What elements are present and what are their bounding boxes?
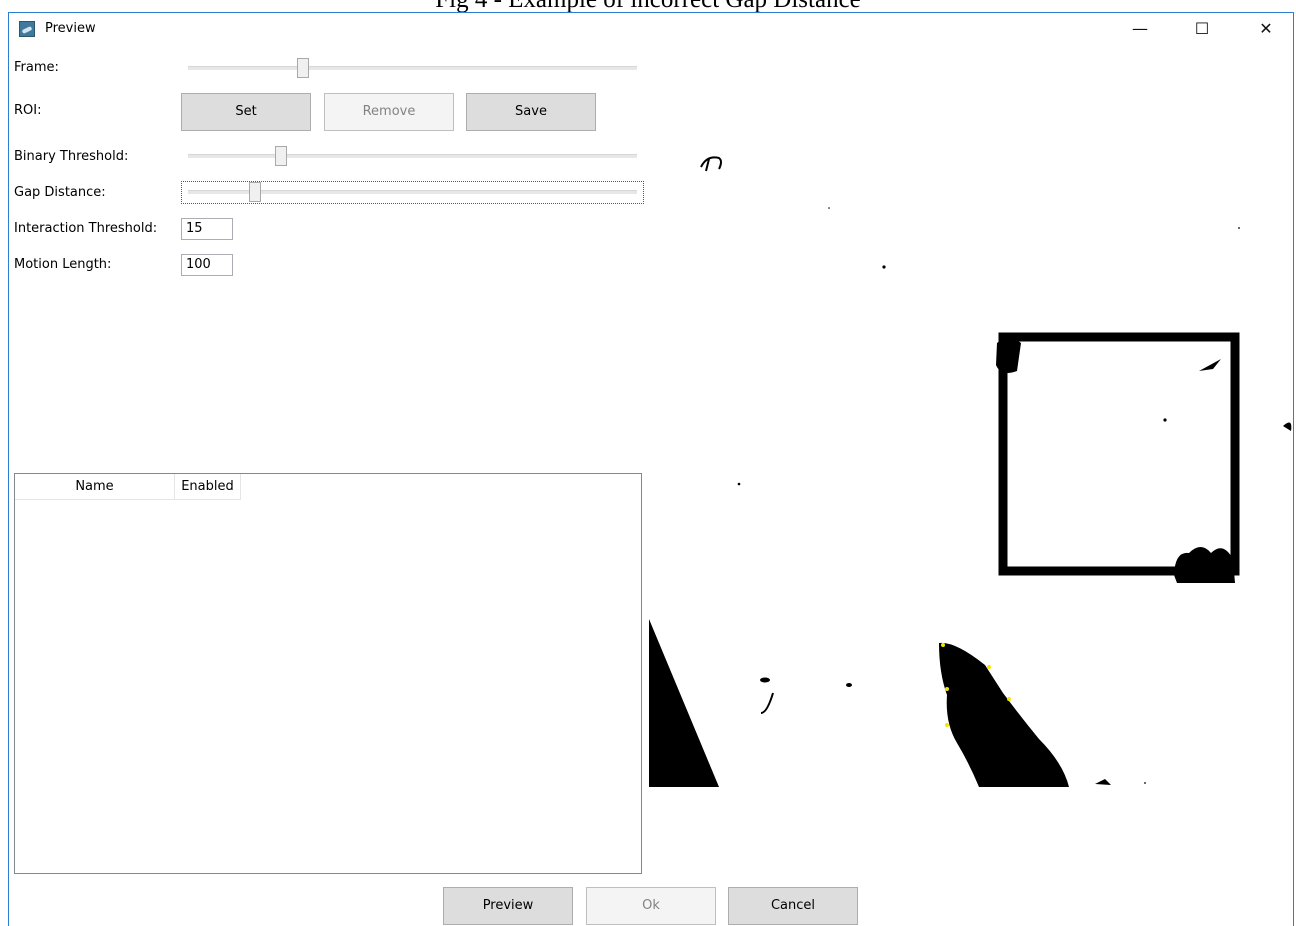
speck bbox=[1163, 418, 1167, 422]
title-bar: Preview — ☐ ✕ bbox=[9, 13, 1293, 45]
speck bbox=[882, 265, 886, 269]
corner-blob-bottom bbox=[1174, 547, 1235, 583]
tracking-marker bbox=[945, 723, 949, 727]
figure-caption-text: Fig 4 - Example of incorrect Gap Distanc… bbox=[0, 0, 1296, 12]
curl-blob bbox=[700, 156, 722, 172]
objects-grid[interactable]: Name Enabled bbox=[14, 473, 642, 874]
tracking-marker bbox=[987, 665, 991, 669]
app-icon bbox=[19, 21, 35, 37]
triangle-shadow bbox=[649, 619, 719, 787]
roi-remove-button[interactable]: Remove bbox=[324, 93, 454, 131]
interaction-threshold-input[interactable]: 15 bbox=[181, 218, 233, 240]
binary-threshold-label: Binary Threshold: bbox=[14, 149, 129, 164]
frame-label: Frame: bbox=[14, 60, 59, 75]
motion-length-input[interactable]: 100 bbox=[181, 254, 233, 276]
roi-save-button[interactable]: Save bbox=[466, 93, 596, 131]
speck bbox=[846, 683, 852, 687]
tracking-marker bbox=[945, 687, 949, 691]
grid-header-name[interactable]: Name bbox=[15, 474, 175, 500]
preview-button[interactable]: Preview bbox=[443, 887, 573, 925]
tracking-marker bbox=[1007, 697, 1011, 701]
arena-square bbox=[998, 332, 1240, 576]
speck bbox=[1095, 779, 1111, 785]
roi-set-button[interactable]: Set bbox=[181, 93, 311, 131]
gap-distance-thumb[interactable] bbox=[249, 182, 261, 202]
speck bbox=[737, 482, 741, 486]
motion-length-label: Motion Length: bbox=[14, 257, 112, 272]
ok-button[interactable]: Ok bbox=[586, 887, 716, 925]
speck-line bbox=[760, 692, 774, 714]
speck bbox=[760, 677, 770, 683]
close-button[interactable]: ✕ bbox=[1243, 13, 1289, 45]
edge-blob bbox=[1283, 422, 1292, 431]
speck bbox=[1238, 227, 1240, 229]
animal-blob bbox=[939, 642, 1069, 787]
speck bbox=[1199, 359, 1221, 371]
binary-threshold-slider[interactable] bbox=[188, 146, 637, 166]
speck bbox=[1144, 782, 1146, 784]
figure-caption: Fig 4 - Example of incorrect Gap Distanc… bbox=[0, 0, 1296, 12]
binary-preview-image bbox=[649, 156, 1292, 787]
preview-window: Preview — ☐ ✕ Frame: ROI: Set Remove Sav… bbox=[8, 12, 1294, 926]
grid-header-enabled[interactable]: Enabled bbox=[175, 474, 241, 500]
window-title: Preview bbox=[45, 21, 96, 36]
cancel-button[interactable]: Cancel bbox=[728, 887, 858, 925]
tracking-marker bbox=[941, 643, 945, 647]
maximize-button[interactable]: ☐ bbox=[1179, 13, 1225, 45]
binary-threshold-track bbox=[188, 154, 637, 158]
frame-slider-thumb[interactable] bbox=[297, 58, 309, 78]
corner-blob bbox=[996, 338, 1021, 373]
interaction-threshold-label: Interaction Threshold: bbox=[14, 221, 158, 236]
frame-slider[interactable] bbox=[188, 58, 637, 78]
speck bbox=[828, 207, 830, 209]
minimize-button[interactable]: — bbox=[1117, 13, 1163, 45]
gap-distance-slider[interactable] bbox=[188, 182, 637, 202]
gap-distance-label: Gap Distance: bbox=[14, 185, 106, 200]
frame-slider-track bbox=[188, 66, 637, 70]
binary-threshold-thumb[interactable] bbox=[275, 146, 287, 166]
roi-label: ROI: bbox=[14, 103, 42, 118]
